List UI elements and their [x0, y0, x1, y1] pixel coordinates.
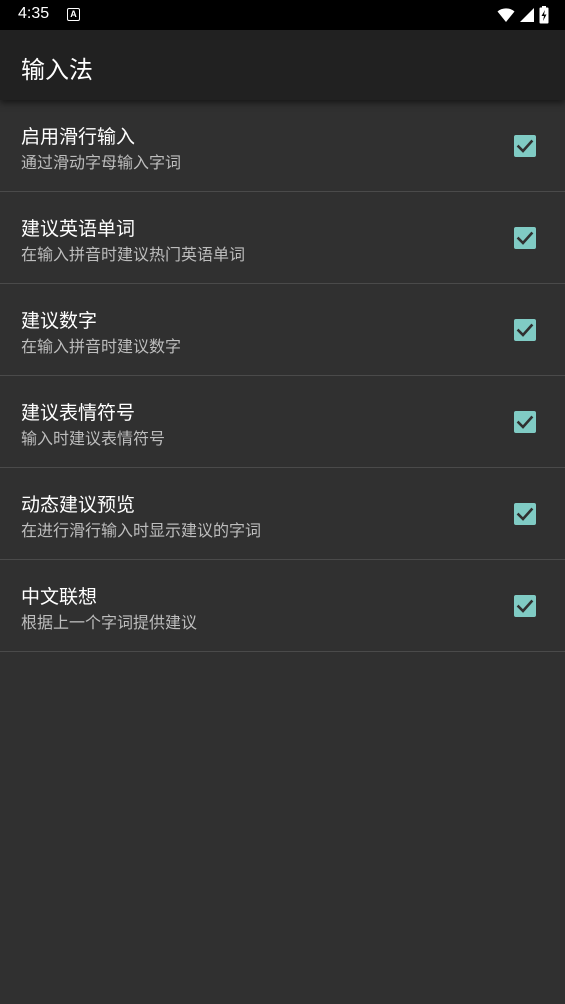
pref-summary: 在进行滑行输入时显示建议的字词 — [21, 521, 262, 540]
pref-glide-typing[interactable]: 启用滑行输入 通过滑动字母输入字词 — [0, 100, 565, 192]
pref-title: 中文联想 — [21, 586, 98, 608]
check-icon — [514, 503, 536, 525]
pref-suggest-emoji[interactable]: 建议表情符号 输入时建议表情符号 — [0, 376, 565, 468]
pref-title: 启用滑行输入 — [21, 126, 136, 148]
checkbox[interactable] — [514, 503, 536, 525]
checkbox[interactable] — [514, 227, 536, 249]
page-title: 输入法 — [21, 56, 93, 84]
pref-chinese-association[interactable]: 中文联想 根据上一个字词提供建议 — [0, 560, 565, 652]
check-icon — [514, 135, 536, 157]
pref-dynamic-preview[interactable]: 动态建议预览 在进行滑行输入时显示建议的字词 — [0, 468, 565, 560]
checkbox[interactable] — [514, 135, 536, 157]
pref-summary: 在输入拼音时建议热门英语单词 — [21, 245, 246, 264]
preference-list: 启用滑行输入 通过滑动字母输入字词 建议英语单词 在输入拼音时建议热门英语单词 … — [0, 100, 565, 652]
checkbox[interactable] — [514, 319, 536, 341]
status-icons — [497, 6, 549, 28]
wifi-icon — [497, 7, 515, 27]
battery-charging-icon — [539, 6, 549, 28]
app-bar: 输入法 — [0, 30, 565, 100]
check-icon — [514, 595, 536, 617]
pref-title: 建议数字 — [21, 310, 98, 332]
checkbox[interactable] — [514, 411, 536, 433]
a-icon: A — [67, 8, 80, 21]
status-time: 4:35 — [18, 5, 50, 22]
pref-title: 动态建议预览 — [21, 494, 136, 516]
checkbox[interactable] — [514, 595, 536, 617]
check-icon — [514, 319, 536, 341]
pref-suggest-english[interactable]: 建议英语单词 在输入拼音时建议热门英语单词 — [0, 192, 565, 284]
pref-summary: 根据上一个字词提供建议 — [21, 613, 198, 632]
check-icon — [514, 411, 536, 433]
pref-suggest-numbers[interactable]: 建议数字 在输入拼音时建议数字 — [0, 284, 565, 376]
pref-title: 建议英语单词 — [21, 218, 136, 240]
pref-title: 建议表情符号 — [21, 402, 136, 424]
check-icon — [514, 227, 536, 249]
signal-icon — [519, 7, 535, 27]
pref-summary: 通过滑动字母输入字词 — [21, 153, 182, 172]
pref-summary: 输入时建议表情符号 — [21, 429, 166, 448]
pref-summary: 在输入拼音时建议数字 — [21, 337, 182, 356]
status-bar: 4:35 A — [0, 0, 565, 30]
